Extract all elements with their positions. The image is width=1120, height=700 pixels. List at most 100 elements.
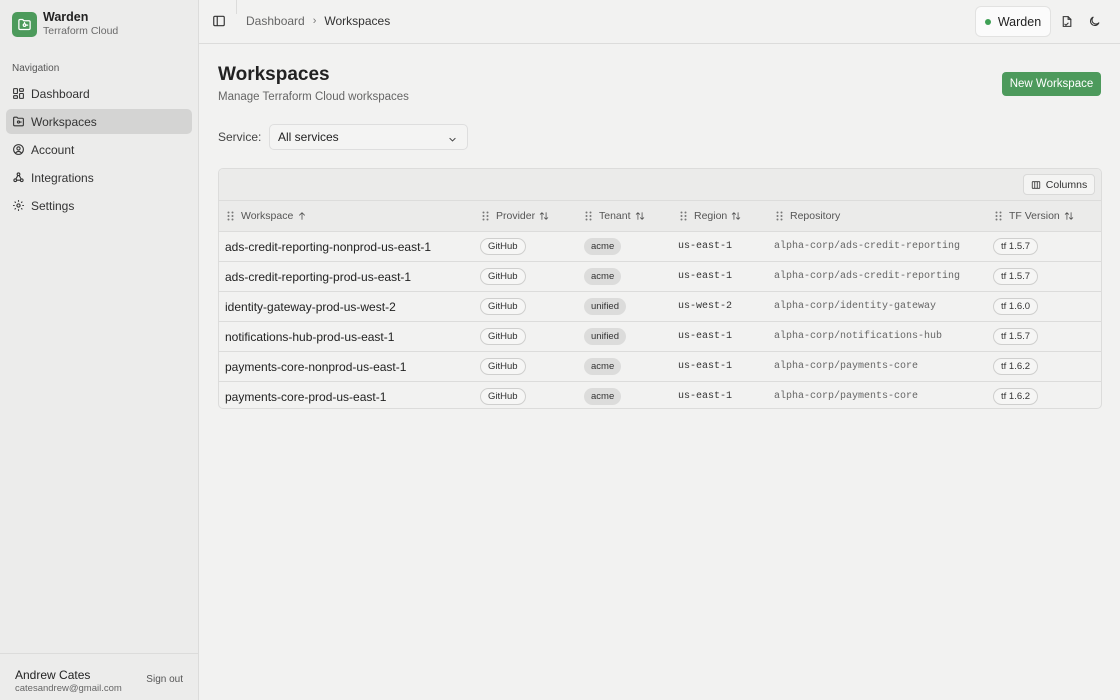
environment-selector[interactable]: Warden bbox=[975, 6, 1051, 37]
docs-icon[interactable] bbox=[1060, 15, 1073, 28]
drag-handle-icon[interactable] bbox=[585, 211, 592, 221]
table-row[interactable]: payments-core-prod-us-east-1 GitHub acme… bbox=[219, 382, 1101, 408]
region-value: us-east-1 bbox=[678, 361, 733, 372]
user-circle-icon bbox=[12, 143, 25, 156]
repository-link[interactable]: alpha-corp/identity-gateway bbox=[774, 301, 936, 312]
workspace-name[interactable]: notifications-hub-prod-us-east-1 bbox=[225, 330, 394, 344]
webhook-icon bbox=[12, 171, 25, 184]
workspaces-table: Columns Workspace Provider Tenant Region… bbox=[218, 168, 1102, 409]
drag-handle-icon[interactable] bbox=[227, 211, 234, 221]
tf-version-badge: tf 1.5.7 bbox=[993, 268, 1039, 285]
tf-version-badge: tf 1.6.2 bbox=[993, 388, 1039, 405]
provider-badge: GitHub bbox=[480, 238, 526, 255]
sidebar-item-label: Dashboard bbox=[31, 86, 90, 101]
column-header-tenant[interactable]: Tenant bbox=[585, 210, 645, 222]
column-header-label: TF Version bbox=[1009, 210, 1060, 222]
column-header-repository[interactable]: Repository bbox=[776, 210, 840, 222]
provider-badge: GitHub bbox=[480, 298, 526, 315]
sidebar-item-label: Integrations bbox=[31, 170, 94, 185]
table-row[interactable]: identity-gateway-prod-us-west-2 GitHub u… bbox=[219, 292, 1101, 322]
workspace-name[interactable]: ads-credit-reporting-prod-us-east-1 bbox=[225, 270, 411, 284]
chevron-right-icon: › bbox=[312, 15, 317, 27]
region-value: us-east-1 bbox=[678, 391, 733, 402]
sort-icon[interactable] bbox=[1064, 211, 1074, 221]
environment-label: Warden bbox=[997, 14, 1042, 29]
page-subtitle: Manage Terraform Cloud workspaces bbox=[218, 91, 409, 103]
sort-icon[interactable] bbox=[539, 211, 549, 221]
dashboard-icon bbox=[12, 87, 25, 100]
sidebar-item-account[interactable]: Account bbox=[6, 137, 192, 162]
sort-ascending-icon[interactable] bbox=[297, 211, 307, 221]
nav-heading: Navigation bbox=[12, 63, 60, 74]
moon-icon[interactable] bbox=[1088, 15, 1101, 28]
sidebar-item-label: Workspaces bbox=[31, 114, 97, 129]
column-header-label: Workspace bbox=[241, 210, 294, 222]
column-header-label: Tenant bbox=[599, 210, 631, 222]
sidebar-nav: Dashboard Workspaces Account Integration… bbox=[6, 81, 192, 221]
sign-out-button[interactable]: Sign out bbox=[146, 674, 183, 685]
sidebar-item-settings[interactable]: Settings bbox=[6, 193, 192, 218]
brand[interactable]: Warden Terraform Cloud bbox=[12, 11, 118, 38]
folder-icon bbox=[12, 115, 25, 128]
repository-link[interactable]: alpha-corp/payments-core bbox=[774, 391, 918, 402]
region-value: us-west-2 bbox=[678, 301, 733, 312]
page-title: Workspaces bbox=[218, 64, 330, 85]
drag-handle-icon[interactable] bbox=[482, 211, 489, 221]
sort-icon[interactable] bbox=[731, 211, 741, 221]
sidebar: Warden Terraform Cloud Navigation Dashbo… bbox=[0, 0, 199, 700]
breadcrumb-dashboard[interactable]: Dashboard bbox=[246, 14, 305, 28]
table-row[interactable]: ads-credit-reporting-nonprod-us-east-1 G… bbox=[219, 232, 1101, 262]
table-row[interactable]: ads-credit-reporting-prod-us-east-1 GitH… bbox=[219, 262, 1101, 292]
user-name: Andrew Cates bbox=[15, 668, 91, 682]
column-header-region[interactable]: Region bbox=[680, 210, 741, 222]
sort-icon[interactable] bbox=[635, 211, 645, 221]
column-header-tf-version[interactable]: TF Version bbox=[995, 210, 1074, 222]
breadcrumb: Dashboard › Workspaces bbox=[246, 14, 390, 28]
repository-link[interactable]: alpha-corp/payments-core bbox=[774, 361, 918, 372]
repository-link[interactable]: alpha-corp/ads-credit-reporting bbox=[774, 271, 960, 282]
workspace-name[interactable]: ads-credit-reporting-nonprod-us-east-1 bbox=[225, 240, 431, 254]
provider-badge: GitHub bbox=[480, 328, 526, 345]
provider-badge: GitHub bbox=[480, 268, 526, 285]
status-dot-icon bbox=[984, 18, 991, 25]
chevron-down-icon bbox=[448, 133, 457, 142]
repository-link[interactable]: alpha-corp/notifications-hub bbox=[774, 331, 942, 342]
tf-version-badge: tf 1.6.0 bbox=[993, 298, 1039, 315]
column-header-label: Provider bbox=[496, 210, 536, 222]
tenant-badge: acme bbox=[584, 238, 622, 255]
sidebar-toggle-icon[interactable] bbox=[212, 14, 226, 28]
table-row[interactable]: payments-core-nonprod-us-east-1 GitHub a… bbox=[219, 352, 1101, 382]
provider-badge: GitHub bbox=[480, 388, 526, 405]
sidebar-item-workspaces[interactable]: Workspaces bbox=[6, 109, 192, 134]
new-workspace-button[interactable]: New Workspace bbox=[1002, 72, 1101, 96]
service-select-value: All services bbox=[278, 130, 339, 144]
column-header-provider[interactable]: Provider bbox=[482, 210, 549, 222]
drag-handle-icon[interactable] bbox=[995, 211, 1002, 221]
user-email: catesandrew@gmail.com bbox=[15, 683, 122, 694]
tenant-badge: acme bbox=[584, 268, 622, 285]
service-select[interactable]: All services bbox=[269, 124, 468, 150]
table-row[interactable]: notifications-hub-prod-us-east-1 GitHub … bbox=[219, 322, 1101, 352]
repository-link[interactable]: alpha-corp/ads-credit-reporting bbox=[774, 241, 960, 252]
region-value: us-east-1 bbox=[678, 241, 733, 252]
breadcrumb-current: Workspaces bbox=[324, 14, 391, 28]
provider-badge: GitHub bbox=[480, 358, 526, 375]
tenant-badge: acme bbox=[584, 358, 622, 375]
brand-subtitle: Terraform Cloud bbox=[43, 25, 119, 37]
columns-button[interactable]: Columns bbox=[1023, 174, 1095, 195]
tf-version-badge: tf 1.5.7 bbox=[993, 238, 1039, 255]
drag-handle-icon[interactable] bbox=[776, 211, 783, 221]
tf-version-badge: tf 1.5.7 bbox=[993, 328, 1039, 345]
region-value: us-east-1 bbox=[678, 271, 733, 282]
gear-icon bbox=[12, 199, 25, 212]
sidebar-item-dashboard[interactable]: Dashboard bbox=[6, 81, 192, 106]
sidebar-item-integrations[interactable]: Integrations bbox=[6, 165, 192, 190]
workspace-name[interactable]: identity-gateway-prod-us-west-2 bbox=[225, 300, 396, 314]
table-toolbar: Columns bbox=[219, 169, 1101, 201]
drag-handle-icon[interactable] bbox=[680, 211, 687, 221]
column-header-workspace[interactable]: Workspace bbox=[227, 210, 307, 222]
workspace-name[interactable]: payments-core-nonprod-us-east-1 bbox=[225, 360, 406, 374]
tenant-badge: unified bbox=[584, 298, 626, 315]
workspace-name[interactable]: payments-core-prod-us-east-1 bbox=[225, 390, 386, 404]
table-header: Workspace Provider Tenant Region Reposit… bbox=[219, 201, 1101, 232]
